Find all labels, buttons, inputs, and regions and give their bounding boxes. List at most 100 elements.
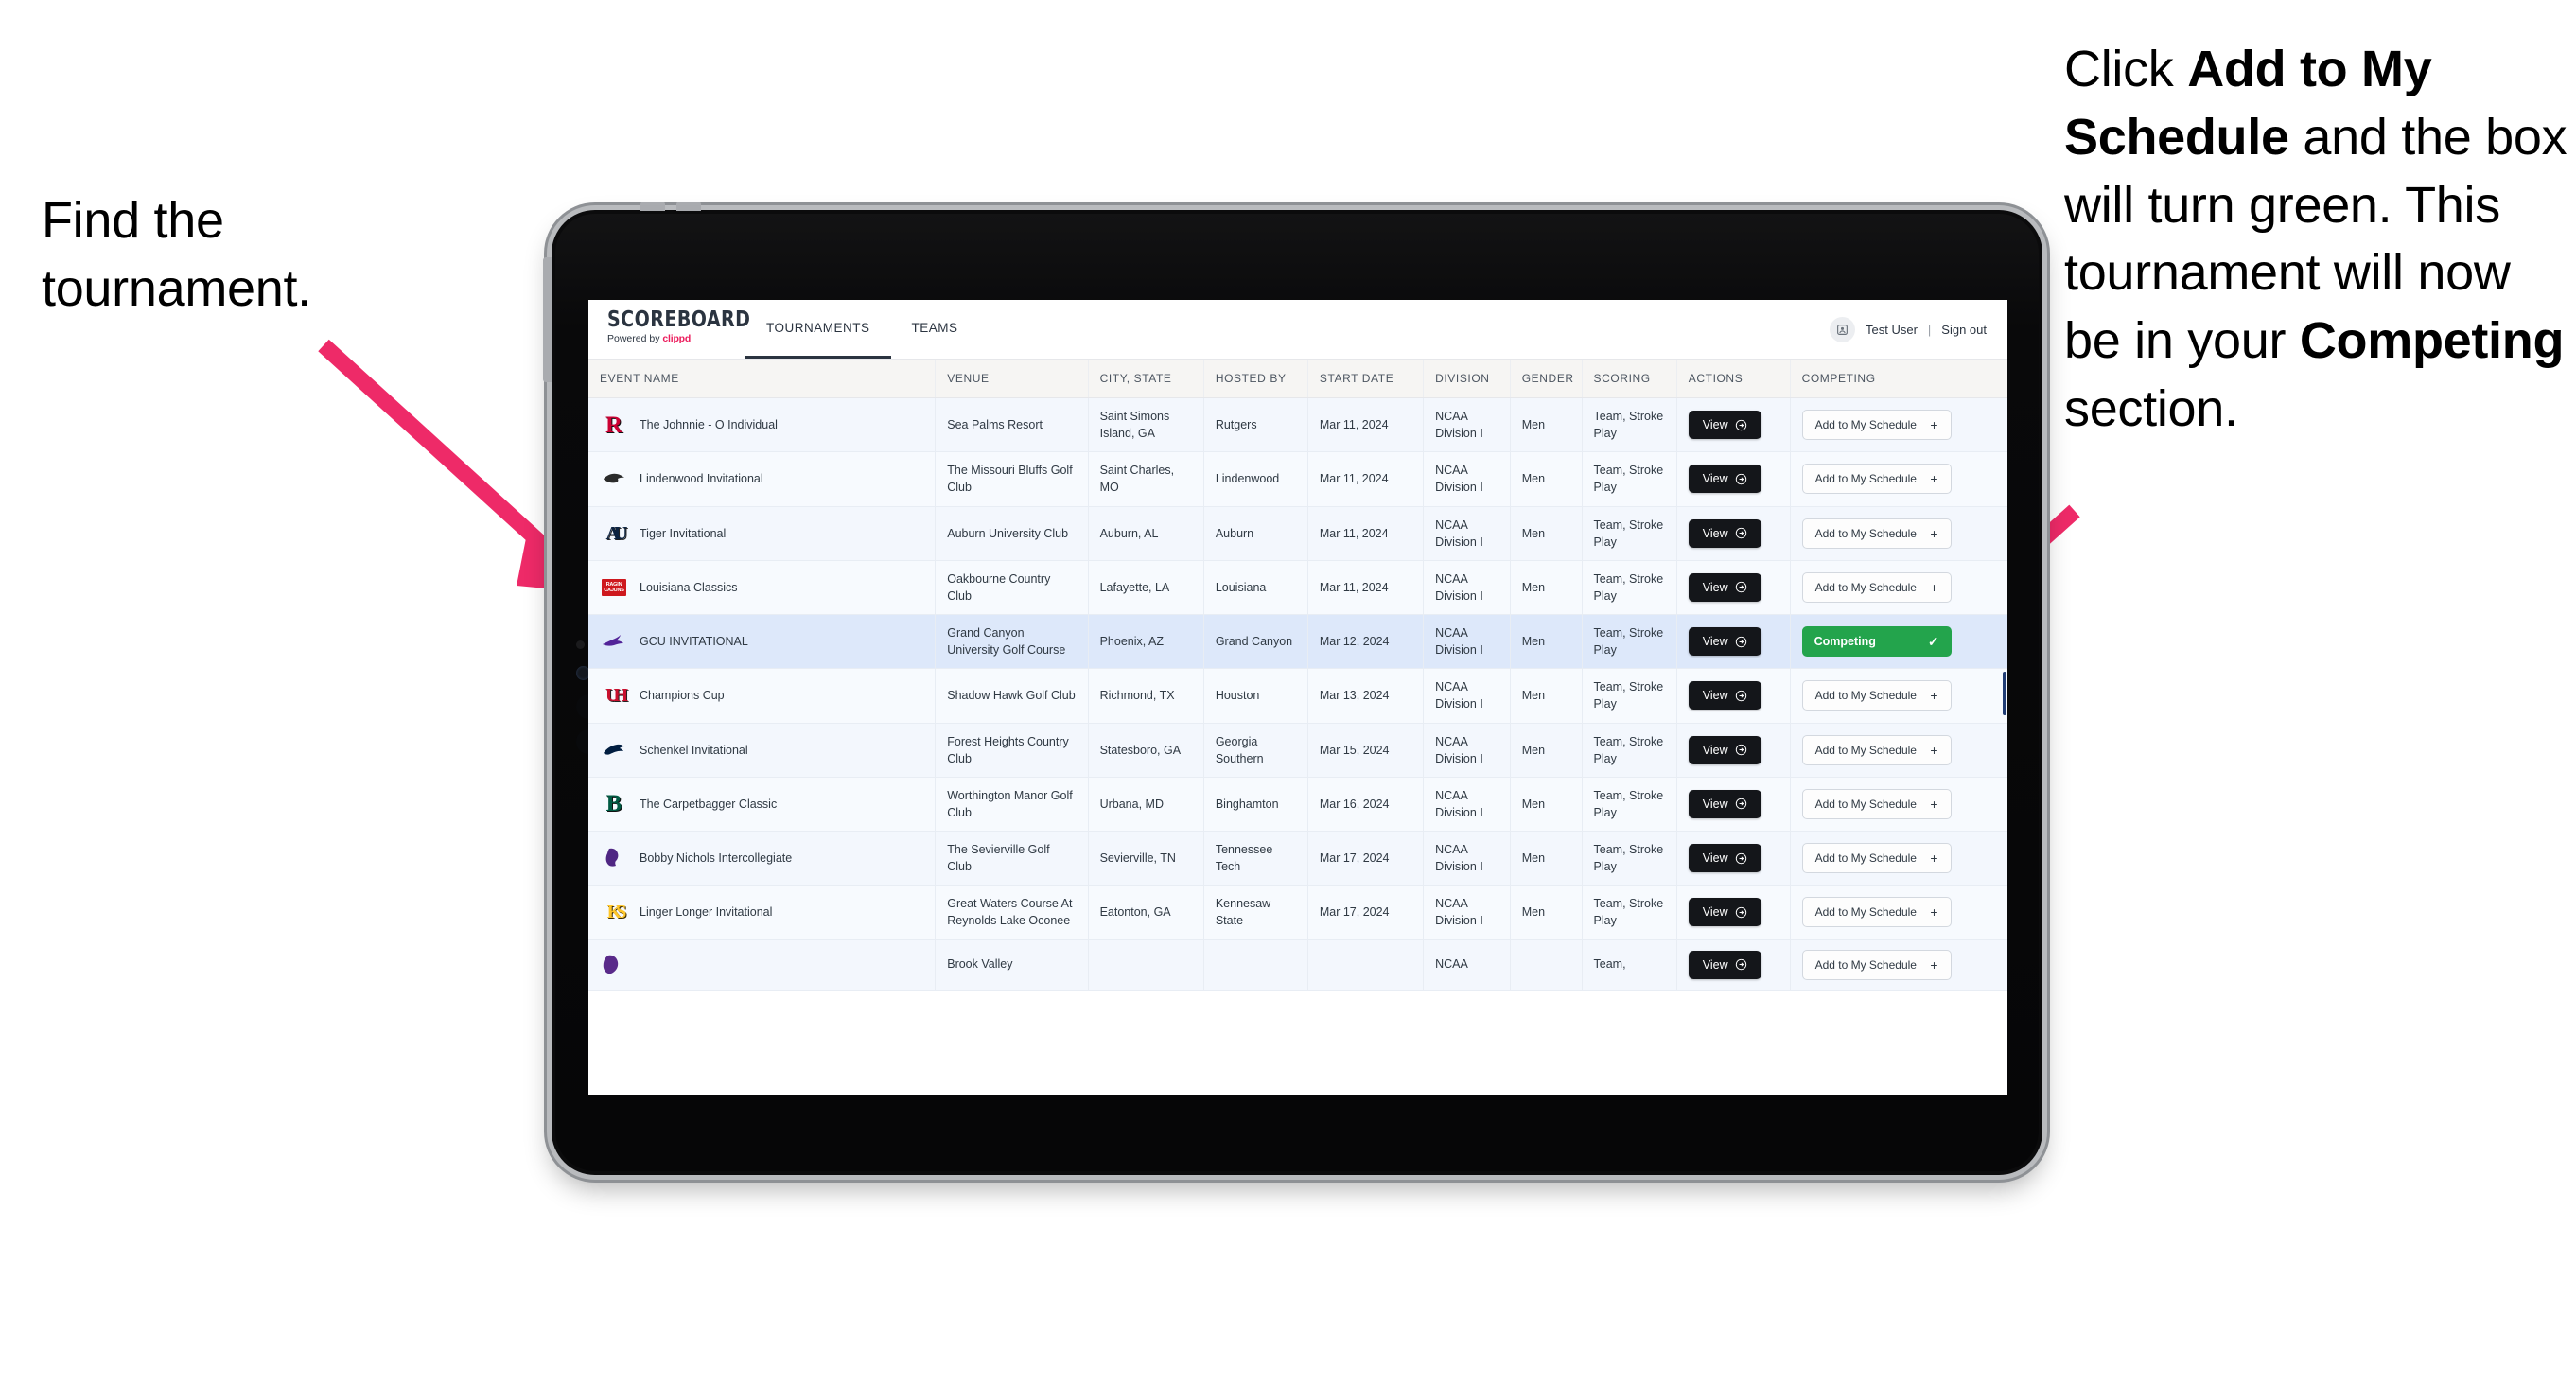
plus-icon: +	[1930, 688, 1938, 704]
cell-scoring: Team, Stroke Play	[1582, 614, 1677, 670]
view-button-label: View	[1702, 957, 1728, 972]
cell-venue: The Missouri Bluffs Golf Club	[935, 451, 1089, 507]
cell-start-date: Mar 11, 2024	[1307, 451, 1425, 507]
table-row-selected[interactable]: GCU INVITATIONAL Grand Canyon University …	[588, 614, 2007, 670]
cell-actions: View	[1676, 668, 1791, 724]
cell-start-date: Mar 17, 2024	[1307, 885, 1425, 940]
table-row[interactable]: RAGIN CAJUNS Louisiana Classics Oakbourne C…	[588, 560, 2007, 616]
cell-division: NCAA Division I	[1423, 777, 1511, 833]
user-avatar-icon[interactable]	[1830, 316, 1855, 342]
add-to-my-schedule-button[interactable]: Add to My Schedule +	[1801, 464, 1952, 495]
add-to-my-schedule-button[interactable]: Add to My Schedule +	[1801, 518, 1952, 549]
page-root: Find the tournament. Click Add to My Sch…	[0, 0, 2576, 1386]
add-to-my-schedule-button[interactable]: Add to My Schedule +	[1801, 897, 1952, 928]
cell-city-state	[1088, 939, 1204, 991]
volume-down-button[interactable]	[676, 202, 701, 211]
cell-venue: Auburn University Club	[935, 506, 1089, 561]
cell-city-state: Sevierville, TN	[1088, 831, 1204, 886]
col-actions[interactable]: ACTIONS	[1676, 360, 1791, 398]
table-row[interactable]: Schenkel Invitational Forest Heights Coun…	[588, 723, 2007, 778]
add-to-my-schedule-label: Add to My Schedule	[1814, 957, 1917, 972]
cell-venue: Sea Palms Resort	[935, 397, 1089, 453]
col-scoring[interactable]: SCORING	[1582, 360, 1677, 398]
cell-actions: View	[1676, 885, 1791, 940]
add-to-my-schedule-button[interactable]: Add to My Schedule +	[1801, 949, 1952, 980]
col-hosted-by[interactable]: HOSTED BY	[1203, 360, 1308, 398]
col-event-name[interactable]: EVENT NAME	[588, 360, 937, 398]
cell-venue: Forest Heights Country Club	[935, 723, 1089, 778]
col-gender[interactable]: GENDER	[1510, 360, 1583, 398]
view-button-label: View	[1702, 472, 1728, 486]
team-mascot-icon	[604, 474, 624, 483]
add-to-my-schedule-label: Add to My Schedule	[1814, 797, 1917, 811]
view-button[interactable]: View	[1688, 950, 1761, 979]
power-button[interactable]	[543, 257, 552, 382]
cell-start-date: Mar 11, 2024	[1307, 560, 1425, 616]
volume-up-button[interactable]	[640, 202, 665, 211]
event-name-label: Champions Cup	[640, 689, 725, 703]
competing-button[interactable]: Competing ✓	[1801, 626, 1952, 658]
col-venue[interactable]: VENUE	[935, 360, 1089, 398]
ecu-pirates-logo	[600, 951, 628, 979]
table-row[interactable]: R The Johnnie - O Individual Sea Palms Res…	[588, 397, 2007, 453]
col-division[interactable]: DIVISION	[1423, 360, 1511, 398]
add-to-my-schedule-button[interactable]: Add to My Schedule +	[1801, 843, 1952, 874]
cell-start-date: Mar 11, 2024	[1307, 506, 1425, 561]
tab-teams[interactable]: TEAMS	[891, 300, 979, 359]
cell-scoring: Team, Stroke Play	[1582, 397, 1677, 453]
cell-event-name: KS Linger Longer Invitational	[588, 885, 937, 940]
table-row[interactable]: UH Champions Cup Shadow Hawk Golf Club Rich…	[588, 668, 2007, 724]
add-to-my-schedule-button[interactable]: Add to My Schedule +	[1801, 571, 1952, 603]
col-competing[interactable]: COMPETING	[1790, 360, 2007, 398]
team-letter-mark: AU	[605, 522, 628, 544]
cell-division: NCAA	[1423, 939, 1511, 991]
view-button[interactable]: View	[1688, 789, 1761, 818]
scoreboard-logo[interactable]: SCOREBOARD Powered by clippd	[588, 300, 750, 359]
event-name-group: Bobby Nichols Intercollegiate	[600, 844, 923, 872]
cell-start-date: Mar 13, 2024	[1307, 668, 1425, 724]
table-row[interactable]: KS Linger Longer Invitational Great Waters…	[588, 885, 2007, 940]
logo-powered-by: Powered by clippd	[607, 333, 745, 344]
check-icon: ✓	[1927, 634, 1939, 650]
kennesaw-state-ks-logo: KS	[600, 898, 628, 926]
table-row[interactable]: Brook Valley NCAA Team, View Add to My Sched…	[588, 939, 2007, 991]
sign-out-link[interactable]: Sign out	[1941, 323, 1987, 337]
table-row[interactable]: AU Tiger Invitational Auburn University Cl…	[588, 506, 2007, 561]
event-name-label: Linger Longer Invitational	[640, 905, 773, 920]
view-button[interactable]: View	[1688, 681, 1761, 711]
view-button[interactable]: View	[1688, 518, 1761, 548]
view-button[interactable]: View	[1688, 572, 1761, 602]
arrow-right-circle-icon	[1735, 852, 1746, 864]
col-city-state[interactable]: CITY, STATE	[1088, 360, 1204, 398]
event-name-group: AU Tiger Invitational	[600, 519, 923, 548]
table-row[interactable]: Bobby Nichols Intercollegiate The Sevierv…	[588, 831, 2007, 886]
vertical-scrollbar[interactable]	[2003, 672, 2006, 715]
view-button[interactable]: View	[1688, 411, 1761, 440]
col-start-date[interactable]: START DATE	[1307, 360, 1425, 398]
add-to-my-schedule-button[interactable]: Add to My Schedule +	[1801, 788, 1952, 819]
table-row[interactable]: B The Carpetbagger Classic Worthington Man…	[588, 777, 2007, 833]
cell-event-name: Lindenwood Invitational	[588, 451, 937, 507]
cell-city-state: Lafayette, LA	[1088, 560, 1204, 616]
table-row[interactable]: Lindenwood Invitational The Missouri Bluf…	[588, 451, 2007, 507]
arrow-right-circle-icon	[1735, 958, 1746, 971]
cell-actions: View	[1676, 506, 1791, 561]
view-button[interactable]: View	[1688, 465, 1761, 494]
cell-actions: View	[1676, 777, 1791, 833]
tournaments-table-container[interactable]: EVENT NAME VENUE CITY, STATE HOSTED BY S…	[588, 360, 2007, 1095]
add-to-my-schedule-button[interactable]: Add to My Schedule +	[1801, 680, 1952, 711]
view-button[interactable]: View	[1688, 844, 1761, 873]
view-button-label: View	[1702, 797, 1728, 811]
add-to-my-schedule-button[interactable]: Add to My Schedule +	[1801, 410, 1952, 441]
header-spacer	[979, 300, 1830, 359]
view-button[interactable]: View	[1688, 627, 1761, 657]
event-name-group: KS Linger Longer Invitational	[600, 898, 923, 926]
cell-venue: Grand Canyon University Golf Course	[935, 614, 1089, 670]
add-to-my-schedule-button[interactable]: Add to My Schedule +	[1801, 734, 1952, 765]
cell-division: NCAA Division I	[1423, 668, 1511, 724]
view-button[interactable]: View	[1688, 898, 1761, 927]
cell-scoring: Team, Stroke Play	[1582, 668, 1677, 724]
view-button[interactable]: View	[1688, 735, 1761, 764]
cell-gender: Men	[1510, 723, 1583, 778]
tab-tournaments[interactable]: TOURNAMENTS	[745, 300, 891, 359]
